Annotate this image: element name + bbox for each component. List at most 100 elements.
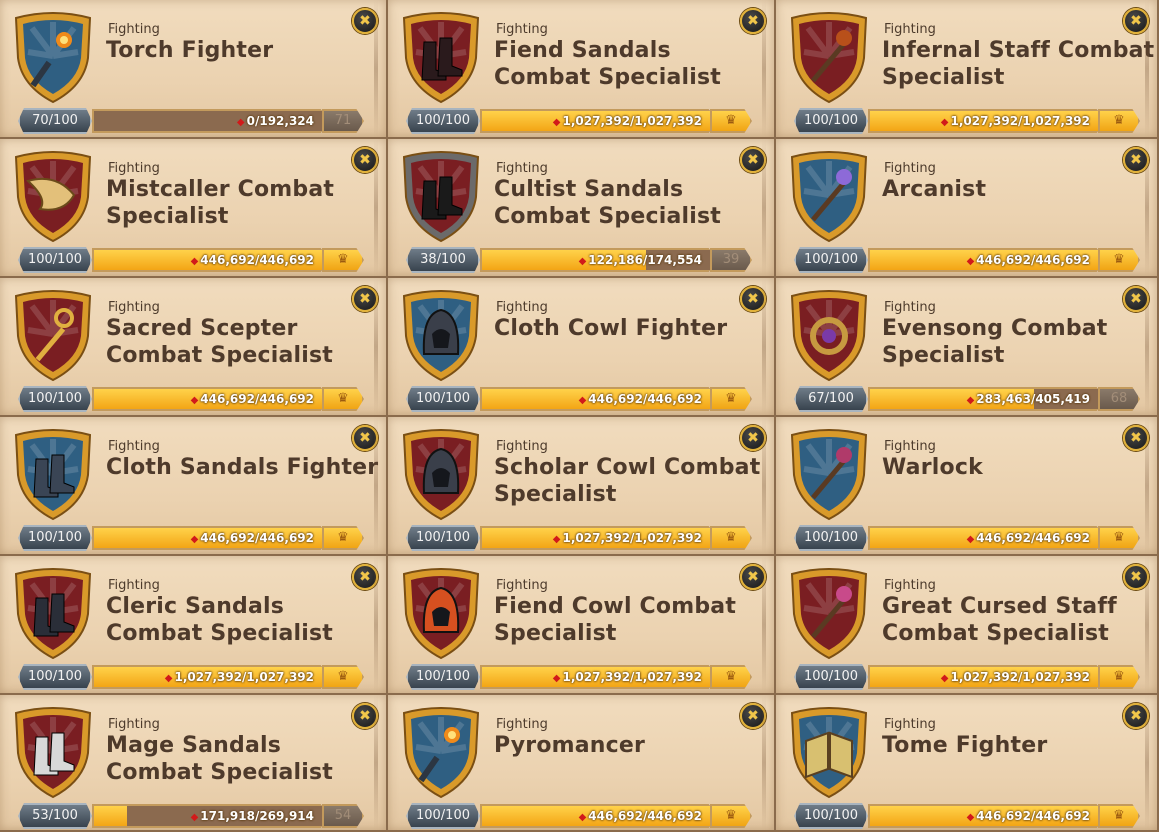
specialization-card-7[interactable]: ✖ Fighting Sacred Scepter Combat Special…	[0, 278, 388, 417]
card-category: Fighting	[108, 161, 160, 176]
progress-row: 100/100 ◆ 1,027,392/1,027,392 ♛	[406, 523, 752, 551]
close-button[interactable]: ✖	[740, 425, 766, 451]
level-badge: 100/100	[406, 803, 480, 829]
close-button[interactable]: ✖	[352, 425, 378, 451]
xp-value: 122,186/174,554	[588, 253, 702, 267]
close-button[interactable]: ✖	[740, 8, 766, 34]
level-badge: 100/100	[794, 803, 868, 829]
shield-emblem	[788, 429, 870, 521]
level-badge: 100/100	[406, 386, 480, 412]
card-title: Fiend Sandals Combat Specialist	[494, 38, 721, 90]
close-button[interactable]: ✖	[352, 286, 378, 312]
xp-progress-bar: ◆ 446,692/446,692	[868, 804, 1106, 828]
shield-emblem	[400, 707, 482, 799]
fame-gem-icon: ◆	[552, 673, 561, 684]
close-button[interactable]: ✖	[352, 147, 378, 173]
xp-progress-bar: ◆ 446,692/446,692	[480, 804, 718, 828]
specialization-card-6[interactable]: ✖ Fighting Arcanist 100/100 ◆ 446,692/446…	[776, 139, 1159, 278]
specialization-card-3[interactable]: ✖ Fighting Infernal Staff Combat Special…	[776, 0, 1159, 139]
specialization-card-11[interactable]: ✖ Fighting Scholar Cowl Combat Specialis…	[388, 417, 776, 556]
card-category: Fighting	[496, 717, 548, 732]
progress-row: 100/100 ◆ 1,027,392/1,027,392 ♛	[406, 662, 752, 690]
xp-progress-bar: ◆ 446,692/446,692	[868, 248, 1106, 272]
card-title: Warlock	[882, 455, 983, 480]
shield-icon	[790, 429, 868, 521]
xp-progress-bar: ◆ 446,692/446,692	[480, 387, 718, 411]
shield-emblem	[12, 707, 94, 799]
reward-trophy-icon[interactable]: ♛	[322, 665, 364, 689]
close-button[interactable]: ✖	[1123, 8, 1149, 34]
xp-value: 1,027,392/1,027,392	[562, 531, 702, 545]
specialization-card-15[interactable]: ✖ Fighting Great Cursed Staff Combat Spe…	[776, 556, 1159, 695]
specialization-card-2[interactable]: ✖ Fighting Fiend Sandals Combat Speciali…	[388, 0, 776, 139]
fame-gem-icon: ◆	[164, 673, 173, 684]
card-category: Fighting	[884, 439, 936, 454]
close-button[interactable]: ✖	[1123, 564, 1149, 590]
level-badge: 100/100	[406, 525, 480, 551]
specialization-card-12[interactable]: ✖ Fighting Warlock 100/100 ◆ 446,692/446,…	[776, 417, 1159, 556]
specialization-card-8[interactable]: ✖ Fighting Cloth Cowl Fighter 100/100 ◆ 4…	[388, 278, 776, 417]
next-level-label: 39	[710, 248, 752, 272]
specialization-card-13[interactable]: ✖ Fighting Cleric Sandals Combat Special…	[0, 556, 388, 695]
specialization-card-16[interactable]: ✖ Fighting Mage Sandals Combat Specialis…	[0, 695, 388, 832]
card-title: Scholar Cowl Combat Specialist	[494, 455, 761, 507]
card-title: Mage Sandals Combat Specialist	[106, 733, 333, 785]
close-button[interactable]: ✖	[740, 286, 766, 312]
specialization-card-14[interactable]: ✖ Fighting Fiend Cowl Combat Specialist …	[388, 556, 776, 695]
card-category: Fighting	[496, 578, 548, 593]
level-badge: 100/100	[18, 386, 92, 412]
reward-trophy-icon[interactable]: ♛	[1098, 248, 1140, 272]
close-button[interactable]: ✖	[740, 564, 766, 590]
specialization-card-5[interactable]: ✖ Fighting Cultist Sandals Combat Specia…	[388, 139, 776, 278]
fame-gem-icon: ◆	[190, 812, 199, 823]
reward-trophy-icon[interactable]: ♛	[322, 387, 364, 411]
xp-value: 1,027,392/1,027,392	[174, 670, 314, 684]
card-category: Fighting	[884, 300, 936, 315]
close-button[interactable]: ✖	[1123, 703, 1149, 729]
xp-value: 446,692/446,692	[200, 531, 314, 545]
card-category: Fighting	[884, 22, 936, 37]
close-button[interactable]: ✖	[1123, 147, 1149, 173]
specialization-card-4[interactable]: ✖ Fighting Mistcaller Combat Specialist …	[0, 139, 388, 278]
reward-trophy-icon[interactable]: ♛	[710, 109, 752, 133]
xp-progress-bar: ◆ 171,918/269,914	[92, 804, 330, 828]
close-button[interactable]: ✖	[352, 703, 378, 729]
close-button[interactable]: ✖	[352, 8, 378, 34]
card-category: Fighting	[108, 22, 160, 37]
card-title: Infernal Staff Combat Specialist	[882, 38, 1155, 90]
xp-progress-bar: ◆ 283,463/405,419	[868, 387, 1106, 411]
close-button[interactable]: ✖	[1123, 286, 1149, 312]
reward-trophy-icon[interactable]: ♛	[322, 248, 364, 272]
progress-row: 100/100 ◆ 446,692/446,692 ♛	[406, 384, 752, 412]
progress-row: 100/100 ◆ 446,692/446,692 ♛	[18, 384, 364, 412]
xp-value: 446,692/446,692	[976, 253, 1090, 267]
specialization-card-18[interactable]: ✖ Fighting Tome Fighter 100/100 ◆ 446,692…	[776, 695, 1159, 832]
level-badge: 100/100	[18, 525, 92, 551]
card-title: Fiend Cowl Combat Specialist	[494, 594, 737, 646]
xp-progress-bar: ◆ 1,027,392/1,027,392	[480, 665, 718, 689]
reward-trophy-icon[interactable]: ♛	[710, 387, 752, 411]
card-category: Fighting	[884, 717, 936, 732]
specialization-card-9[interactable]: ✖ Fighting Evensong Combat Specialist 67…	[776, 278, 1159, 417]
reward-trophy-icon[interactable]: ♛	[1098, 665, 1140, 689]
fame-gem-icon: ◆	[966, 256, 975, 267]
shield-icon	[790, 707, 868, 799]
reward-trophy-icon[interactable]: ♛	[1098, 526, 1140, 550]
specialization-card-17[interactable]: ✖ Fighting Pyromancer 100/100 ◆ 446,692/4…	[388, 695, 776, 832]
close-button[interactable]: ✖	[352, 564, 378, 590]
close-button[interactable]: ✖	[740, 703, 766, 729]
reward-trophy-icon[interactable]: ♛	[710, 804, 752, 828]
shield-icon	[14, 707, 92, 799]
close-button[interactable]: ✖	[1123, 425, 1149, 451]
close-button[interactable]: ✖	[740, 147, 766, 173]
reward-trophy-icon[interactable]: ♛	[710, 526, 752, 550]
specialization-card-1[interactable]: ✖ Fighting Torch Fighter 70/100 ◆ 0/192,3…	[0, 0, 388, 139]
reward-trophy-icon[interactable]: ♛	[322, 526, 364, 550]
specialization-card-10[interactable]: ✖ Fighting Cloth Sandals Fighter 100/100…	[0, 417, 388, 556]
xp-value: 0/192,324	[246, 114, 314, 128]
reward-trophy-icon[interactable]: ♛	[710, 665, 752, 689]
reward-trophy-icon[interactable]: ♛	[1098, 109, 1140, 133]
xp-value: 446,692/446,692	[200, 253, 314, 267]
card-category: Fighting	[496, 161, 548, 176]
reward-trophy-icon[interactable]: ♛	[1098, 804, 1140, 828]
